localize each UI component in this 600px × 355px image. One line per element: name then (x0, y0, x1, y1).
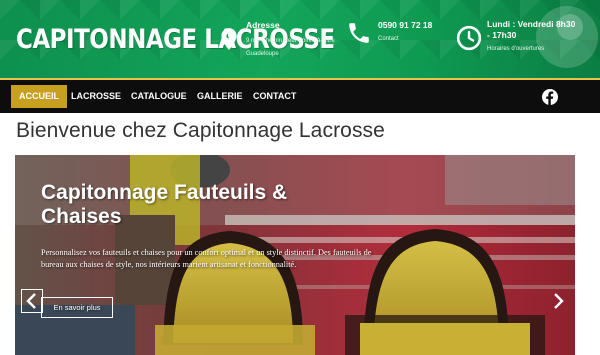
address-title: Adresse (246, 20, 280, 30)
nav-item-lacrosse[interactable]: LACROSSE (71, 80, 121, 113)
phone-sub: Contact (378, 36, 399, 42)
phone-icon (349, 23, 369, 43)
hero-text: Personnalisez vos fauteuils et chaises p… (41, 248, 372, 269)
hero-heading: Capitonnage Fauteuils & Chaises (41, 181, 288, 228)
hero-slider: Capitonnage Fauteuils & Chaises Personna… (15, 155, 575, 355)
map-pin-icon (221, 28, 237, 50)
chevron-right-icon[interactable] (547, 289, 569, 313)
clock-icon (456, 25, 482, 51)
nav-item-catalogue[interactable]: CATALOGUE (131, 80, 187, 113)
learn-more-button[interactable]: En savoir plus (41, 297, 113, 318)
nav-item-accueil[interactable]: ACCUEIL (11, 85, 67, 108)
page-title: Bienvenue chez Capitonnage Lacrosse (16, 119, 385, 142)
nav-item-contact[interactable]: CONTACT (253, 80, 296, 113)
chevron-left-icon[interactable] (21, 289, 43, 313)
nav-item-gallerie[interactable]: GALLERIE (197, 80, 243, 113)
site-header: CAPITONNAGE LACROSSE Adresse 9 rue Chemi… (0, 0, 600, 80)
hours-sub: Horaires d'ouvertures (487, 46, 545, 52)
page: CAPITONNAGE LACROSSE Adresse 9 rue Chemi… (0, 0, 600, 355)
phone-number[interactable]: 0590 91 72 18 (378, 20, 432, 30)
hours-title: Lundi : Vendredi 8h30 - 17h30 (487, 19, 576, 40)
facebook-icon[interactable] (542, 89, 558, 105)
main-nav: ACCUEIL LACROSSE CATALOGUE GALLERIE CONT… (0, 80, 600, 113)
address-line: 9 rue Chemin Neuf Pointe-à-Pitre Guadelo… (246, 38, 335, 57)
